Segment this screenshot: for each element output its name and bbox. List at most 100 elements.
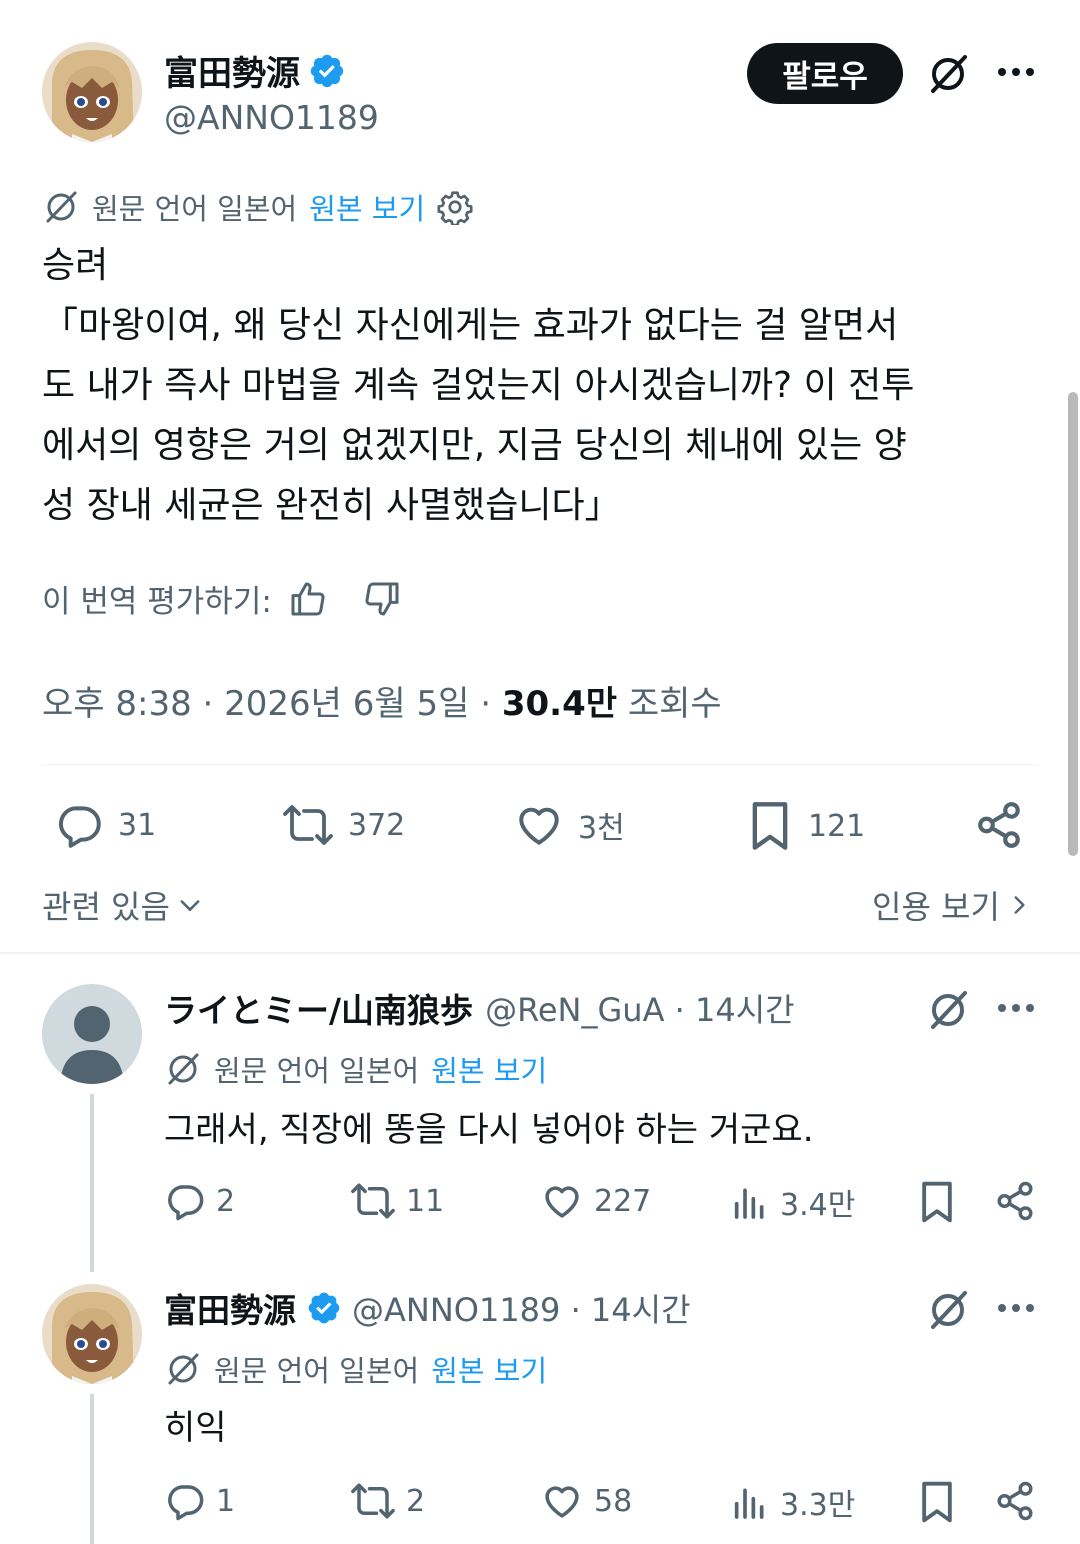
chevron-right-icon (1006, 890, 1032, 920)
repost-icon (282, 800, 334, 850)
bookmark-icon (916, 1480, 958, 1524)
tweet-time[interactable]: 오후 8:38 (42, 684, 192, 724)
tweet-text: 승려 「마왕이여, 왜 당신 자신에게는 효과가 없다는 걸 알면서 도 내가 … (42, 245, 915, 526)
reply-button[interactable]: 31 (54, 800, 156, 850)
repost-count: 11 (406, 1183, 445, 1219)
views-count: 3.3만 (780, 1488, 856, 1523)
reply-button[interactable]: 2 (164, 1180, 235, 1222)
bookmark-icon (916, 1180, 958, 1224)
views-count: 30.4만 (501, 684, 618, 724)
reply-author-name[interactable]: ライとミー/山南狼歩 (164, 984, 473, 1032)
translation-label: 원문 언어 일본어 (214, 1054, 420, 1088)
like-count: 58 (594, 1483, 633, 1519)
like-button[interactable]: 58 (540, 1480, 632, 1522)
like-count: 227 (594, 1183, 652, 1219)
tweet-date[interactable]: 2026년 6월 5일 (224, 684, 469, 724)
share-icon (994, 1180, 1036, 1222)
analytics-icon (730, 1481, 770, 1523)
thread-line (90, 1394, 94, 1544)
repost-icon (350, 1180, 396, 1222)
follow-button[interactable]: 팔로우 (747, 43, 903, 104)
reply-author-handle-time[interactable]: @ANNO1189 · 14시간 (352, 1285, 691, 1331)
reply-count: 1 (216, 1483, 236, 1519)
more-icon[interactable] (992, 988, 1040, 1028)
author-handle[interactable]: @ANNO1189 (164, 98, 379, 137)
translation-notice: 원문 언어 일본어 원본 보기 (42, 186, 473, 228)
reply-count: 31 (118, 807, 157, 843)
heart-icon (540, 1180, 584, 1222)
gear-icon[interactable] (437, 189, 473, 225)
view-original-link[interactable]: 원본 보기 (431, 1048, 547, 1090)
related-toggle[interactable]: 관련 있음 (42, 882, 204, 928)
heart-icon (540, 1480, 584, 1522)
repost-count: 2 (406, 1483, 426, 1519)
scrollbar[interactable] (1068, 392, 1078, 856)
thumbs-up-icon[interactable] (288, 579, 328, 619)
reply-avatar[interactable] (42, 1284, 142, 1384)
translate-icon (164, 1050, 202, 1088)
like-button[interactable]: 3천 (514, 800, 625, 850)
reply-icon (164, 1180, 206, 1222)
more-icon[interactable] (992, 1288, 1040, 1328)
grok-icon[interactable] (922, 984, 974, 1036)
bookmark-count: 121 (808, 808, 866, 844)
views-button[interactable]: 3.4만 (730, 1180, 855, 1224)
divider (42, 764, 1038, 765)
more-icon[interactable] (992, 52, 1040, 92)
reply-author-name[interactable]: 富田勢源 (164, 1284, 296, 1332)
views-count: 3.4만 (780, 1188, 856, 1223)
repost-button[interactable]: 11 (350, 1180, 444, 1222)
share-button[interactable] (974, 800, 1024, 850)
translate-icon (164, 1350, 202, 1388)
verified-badge-icon (306, 1290, 342, 1326)
tweet-meta: 오후 8:38 · 2026년 6월 5일 · 30.4만 조회수 (42, 676, 722, 725)
reply-count: 2 (216, 1183, 236, 1219)
bookmark-button[interactable] (916, 1480, 958, 1524)
repost-button[interactable]: 2 (350, 1480, 425, 1522)
verified-badge-icon (308, 52, 346, 90)
author-name[interactable]: 富田勢源 (164, 46, 300, 95)
grok-icon[interactable] (922, 48, 974, 100)
views-button[interactable]: 3.3만 (730, 1480, 855, 1524)
rate-translation: 이 번역 평가하기: (42, 576, 402, 621)
translation-label: 원문 언어 일본어 (92, 192, 298, 226)
repost-icon (350, 1480, 396, 1522)
thumbs-down-icon[interactable] (362, 579, 402, 619)
bookmark-icon (746, 800, 794, 852)
reply-text: 그래서, 직장에 똥을 다시 넣어야 하는 거군요. (164, 1110, 814, 1150)
chevron-down-icon (176, 891, 204, 919)
heart-icon (514, 800, 564, 850)
grok-icon[interactable] (922, 1284, 974, 1336)
meta-separator: · (480, 684, 492, 724)
author-avatar[interactable] (42, 42, 142, 142)
share-button[interactable] (994, 1480, 1036, 1522)
share-icon (994, 1480, 1036, 1522)
reply-icon (164, 1480, 206, 1522)
view-original-link[interactable]: 원본 보기 (309, 186, 425, 228)
section-divider (0, 952, 1080, 954)
reply-avatar[interactable] (42, 984, 142, 1084)
view-quotes-link[interactable]: 인용 보기 (872, 882, 1032, 928)
like-button[interactable]: 227 (540, 1180, 651, 1222)
reply-button[interactable]: 1 (164, 1480, 235, 1522)
related-label: 관련 있음 (42, 888, 170, 926)
repost-button[interactable]: 372 (282, 800, 405, 850)
meta-separator: · (202, 684, 214, 724)
analytics-icon (730, 1181, 770, 1223)
view-original-link[interactable]: 원본 보기 (431, 1348, 547, 1390)
quotes-label: 인용 보기 (872, 888, 1000, 926)
translation-notice: 원문 언어 일본어 원본 보기 (164, 1348, 547, 1390)
like-count: 3천 (578, 811, 625, 846)
thread-line (90, 1094, 94, 1272)
bookmark-button[interactable]: 121 (746, 800, 865, 852)
bookmark-button[interactable] (916, 1180, 958, 1224)
share-icon (974, 800, 1024, 850)
translation-label: 원문 언어 일본어 (214, 1354, 420, 1388)
reply-author-handle-time[interactable]: @ReN_GuA · 14시간 (485, 985, 795, 1031)
repost-count: 372 (348, 807, 406, 843)
reply-text: 히익 (164, 1408, 227, 1448)
translate-icon (42, 188, 80, 226)
share-button[interactable] (994, 1180, 1036, 1222)
reply-icon (54, 800, 104, 850)
views-label: 조회수 (627, 684, 722, 724)
